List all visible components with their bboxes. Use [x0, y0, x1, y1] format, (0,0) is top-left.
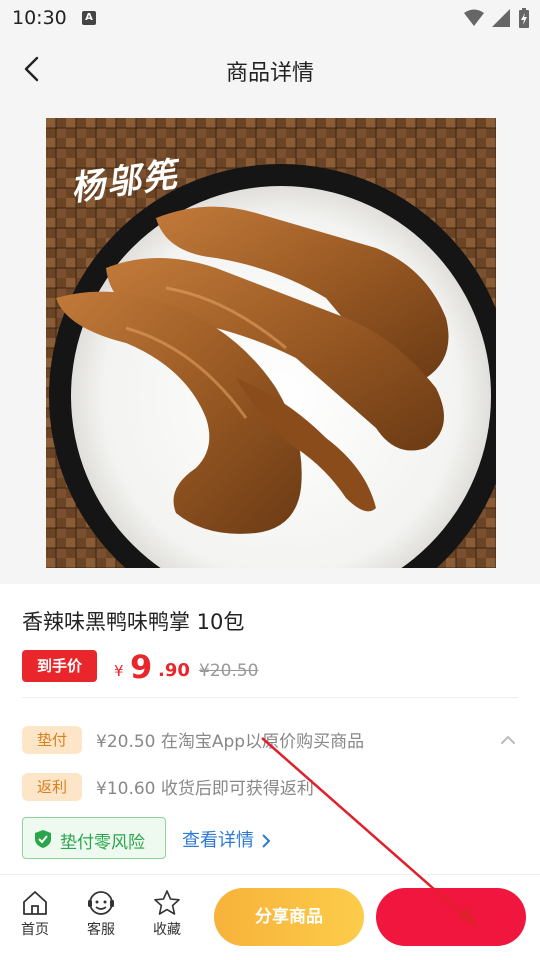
page-title: 商品详情 [225, 61, 314, 86]
nav-service[interactable]: 客服 [80, 889, 122, 939]
price-integer: 9 [130, 648, 153, 686]
guarantee-badge: 垫付零风险 [22, 817, 166, 859]
chevron-right-icon [262, 834, 271, 848]
a-icon: A [82, 11, 96, 25]
product-title: 香辣味黑鸭味鸭掌 10包 [22, 610, 245, 634]
shield-check-icon [35, 830, 51, 848]
guarantee-label: 垫付零风险 [60, 833, 145, 853]
battery-charging-icon [519, 8, 529, 28]
nav-service-label: 客服 [87, 922, 115, 938]
original-price: ¥20.50 [199, 661, 259, 681]
headset-icon [88, 891, 114, 915]
chevron-up-icon[interactable] [498, 730, 518, 750]
star-icon [154, 890, 180, 915]
wifi-icon [464, 9, 484, 26]
view-details-link[interactable]: 查看详情 [182, 826, 272, 852]
product-image[interactable]: 杨邬筅 [46, 118, 496, 568]
nav-home[interactable]: 首页 [14, 889, 56, 939]
product-info: 香辣味黑鸭味鸭掌 10包 到手价 ¥ 9 .90 ¥20.50 垫付 ¥20.5… [0, 584, 540, 874]
tag-rebate: 返利 [22, 773, 82, 801]
rebate-text: ¥10.60 收货后即可获得返利 [96, 779, 314, 799]
buy-button[interactable] [376, 888, 526, 946]
advance-pay-text: ¥20.50 在淘宝App以原价购买商品 [96, 732, 365, 752]
view-details-label: 查看详情 [182, 830, 254, 851]
signal-icon [492, 9, 510, 27]
nav-home-label: 首页 [21, 922, 49, 938]
nav-bar: 商品详情 [0, 36, 540, 102]
product-image-area: 杨邬筅 [0, 102, 540, 584]
divider [22, 697, 518, 698]
share-button[interactable]: 分享商品 [214, 888, 364, 946]
tag-advance-pay: 垫付 [22, 726, 82, 754]
price-badge: 到手价 [22, 650, 97, 682]
status-time: 10:30 [12, 7, 67, 29]
nav-favorite-label: 收藏 [153, 922, 181, 938]
system-icons [464, 8, 530, 28]
price-currency: ¥ [114, 662, 124, 680]
home-icon [23, 891, 47, 915]
bottom-bar: 首页 客服 收藏 分享商品 [0, 874, 540, 960]
status-bar: 10:30 A [0, 0, 540, 36]
nav-favorite[interactable]: 收藏 [146, 889, 188, 939]
price-decimal: .90 [158, 660, 190, 681]
